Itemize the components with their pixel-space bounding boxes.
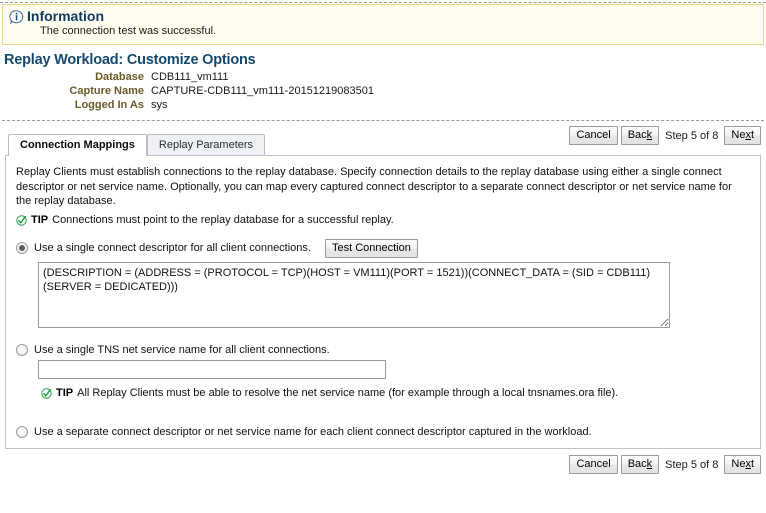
metadata-row-logged-in-as: Logged In As sys — [4, 99, 374, 113]
next-button-bottom-label: Next — [731, 458, 754, 470]
information-title: Information — [27, 9, 104, 24]
option-single-connect-descriptor-row[interactable]: Use a single connect descriptor for all … — [16, 239, 750, 258]
information-text: The connection test was successful. — [40, 25, 757, 37]
next-button-bottom[interactable]: Next — [724, 455, 761, 474]
back-button-bottom-label: Back — [628, 458, 652, 470]
tip-connections-text: Connections must point to the replay dat… — [52, 214, 394, 226]
metadata-label-database: Database — [4, 71, 151, 85]
tab-connection-mappings[interactable]: Connection Mappings — [8, 134, 147, 156]
metadata-row-database: Database CDB111_vm111 — [4, 71, 374, 85]
connect-descriptor-wrapper — [38, 262, 750, 331]
tab-replay-parameters[interactable]: Replay Parameters — [147, 134, 265, 155]
header-metadata-table: Database CDB111_vm111 Capture Name CAPTU… — [4, 71, 374, 113]
information-message-box: Information The connection test was succ… — [2, 4, 764, 45]
tip-net-service-name-text: All Replay Clients must be able to resol… — [77, 387, 618, 399]
tip-check-icon — [41, 388, 52, 399]
metadata-value-capture-name: CAPTURE-CDB111_vm111-20151219083501 — [151, 85, 374, 99]
connect-descriptor-textarea[interactable] — [38, 262, 670, 328]
tip-connections: TIP Connections must point to the replay… — [16, 214, 750, 226]
top-divider — [0, 2, 766, 3]
metadata-label-logged-in-as: Logged In As — [4, 99, 151, 113]
radio-single-connect-descriptor[interactable] — [16, 242, 28, 254]
tip-check-icon — [16, 215, 27, 226]
metadata-value-logged-in-as: sys — [151, 99, 374, 113]
wizard-nav-bottom: Cancel Back Step 5 of 8 Next — [0, 455, 761, 474]
tip-net-service-name: TIP All Replay Clients must be able to r… — [41, 387, 750, 399]
info-icon — [9, 10, 24, 25]
option-tns-net-service-name-label[interactable]: Use a single TNS net service name for al… — [34, 344, 330, 356]
intro-paragraph: Replay Clients must establish connection… — [16, 165, 746, 209]
tip-connections-label: TIP — [31, 214, 48, 226]
option-separate-connect-descriptor-label[interactable]: Use a separate connect descriptor or net… — [34, 426, 592, 438]
back-button-bottom[interactable]: Back — [621, 455, 659, 474]
metadata-value-database: CDB111_vm111 — [151, 71, 374, 85]
cancel-button-bottom[interactable]: Cancel — [569, 455, 617, 474]
tns-net-service-name-input[interactable] — [38, 360, 386, 379]
metadata-label-capture-name: Capture Name — [4, 85, 151, 99]
page-title: Replay Workload: Customize Options — [4, 52, 766, 68]
option-separate-connect-descriptor-row[interactable]: Use a separate connect descriptor or net… — [16, 426, 750, 438]
header-divider — [2, 120, 764, 121]
step-indicator-bottom: Step 5 of 8 — [662, 459, 721, 471]
option-tns-net-service-name-row[interactable]: Use a single TNS net service name for al… — [16, 344, 750, 356]
radio-tns-net-service-name[interactable] — [16, 344, 28, 356]
page-header: Replay Workload: Customize Options Datab… — [0, 45, 766, 113]
test-connection-button[interactable]: Test Connection — [325, 239, 418, 258]
content-panel: Replay Clients must establish connection… — [5, 155, 761, 449]
tab-bar: Connection Mappings Replay Parameters — [8, 134, 766, 155]
option-single-connect-descriptor-label[interactable]: Use a single connect descriptor for all … — [34, 242, 311, 254]
radio-separate-connect-descriptor[interactable] — [16, 426, 28, 438]
metadata-row-capture-name: Capture Name CAPTURE-CDB111_vm111-201512… — [4, 85, 374, 99]
tip-net-service-name-label: TIP — [56, 387, 73, 399]
